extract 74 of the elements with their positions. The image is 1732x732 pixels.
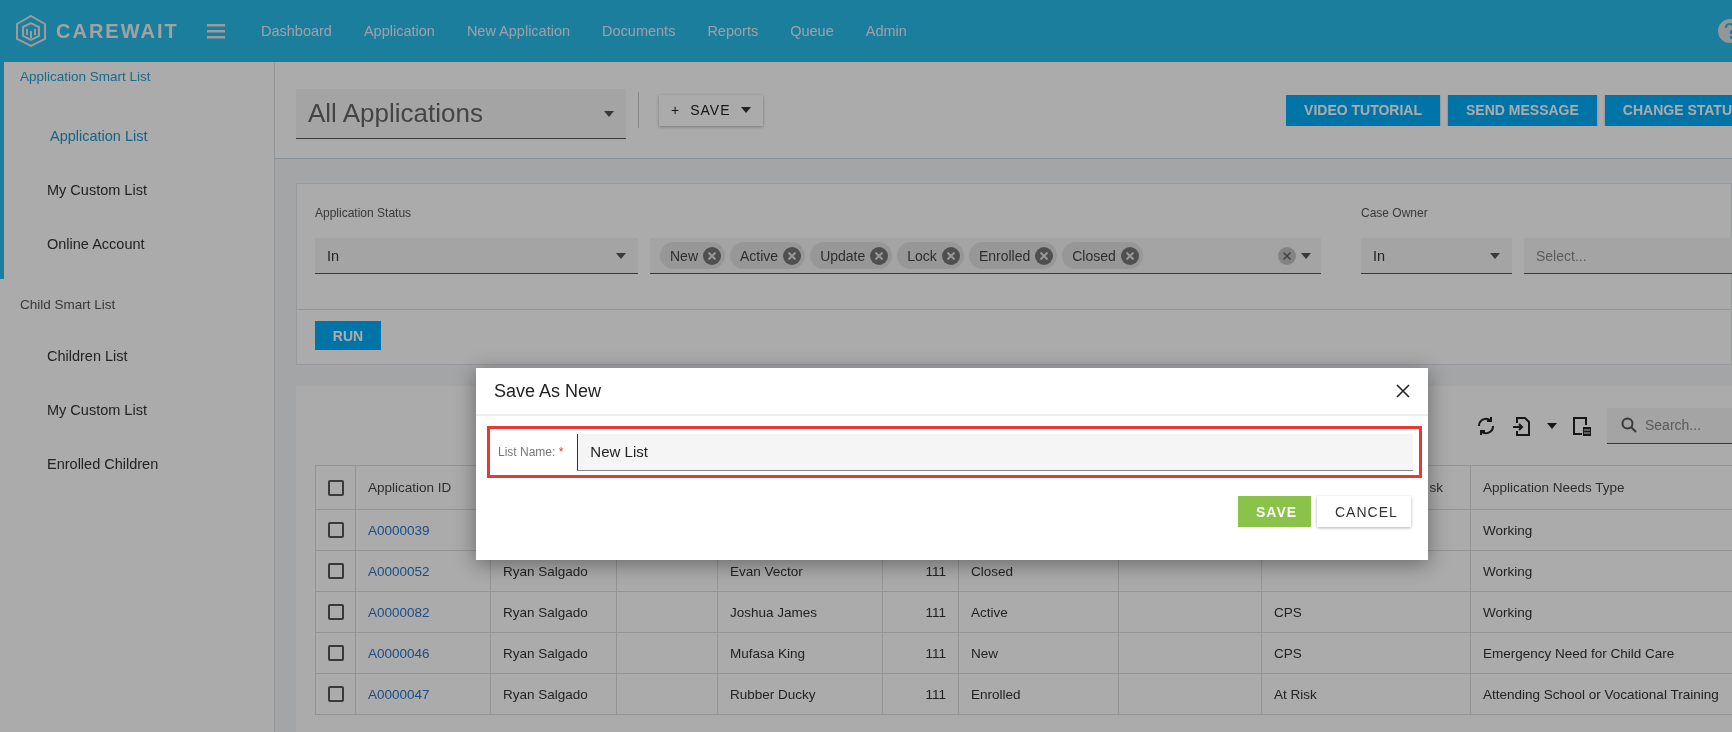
table-cell: New [958,632,1119,674]
search-field[interactable]: Search... [1607,407,1732,444]
action-button[interactable]: SEND MESSAGE [1448,94,1597,126]
cube-logo-icon [14,14,48,48]
action-button[interactable]: VIDEO TUTORIAL [1286,94,1441,126]
section-title: Application Smart List [19,68,152,86]
table-cell: Joshua James [717,591,883,633]
close-icon[interactable] [1396,384,1410,398]
caret-icon[interactable] [1547,422,1557,429]
search-icon [1621,417,1637,433]
remove-icon[interactable] [870,246,889,265]
columns-icon[interactable] [1571,414,1593,437]
multi-select-field[interactable]: New Active Update Lock Enrolled Closed [650,238,1321,274]
action-button[interactable]: CHANGE STATU [1604,94,1732,126]
brand-name: CAREWAIT [56,19,179,43]
remove-icon[interactable] [783,246,802,265]
caret-icon [1490,252,1500,259]
section-title: Child Smart List [19,296,117,314]
export-icon[interactable] [1511,414,1533,437]
remove-icon[interactable] [1035,246,1054,265]
remove-icon[interactable] [941,246,960,265]
field-label: List Name: * [498,444,564,460]
caret-icon [1301,252,1311,259]
save-button[interactable]: + SAVE [659,94,763,126]
row-checkbox[interactable] [328,522,344,538]
table-cell: Mufasa King [717,632,883,674]
status-chip[interactable]: Enrolled [968,242,1058,269]
table-cell: 111 [882,632,959,674]
table-cell: Ryan Salgado [490,673,617,715]
sidebar-item[interactable]: Online Account [4,217,274,271]
clear-icon[interactable] [1278,246,1296,265]
row-checkbox[interactable] [328,563,344,579]
row-checkbox[interactable] [328,604,344,620]
run-button[interactable]: RUN [315,321,381,350]
column-header[interactable]: Application Needs Type [1470,465,1732,510]
refresh-icon[interactable] [1475,414,1497,437]
sidebar-item[interactable]: My Custom List [4,163,274,217]
caret-icon [604,110,614,117]
status-chip[interactable]: Lock [897,242,964,269]
dialog-title: Save As New [494,380,602,402]
list-name-input[interactable]: New List [577,433,1413,471]
list-dropdown[interactable]: All Applications [296,89,626,139]
table-cell: CPS [1261,632,1471,674]
application-id-link[interactable]: A0000082 [355,591,491,633]
table-cell: Rubber Ducky [717,673,883,715]
table-cell: Enrolled [958,673,1119,715]
row-checkbox[interactable] [328,645,344,661]
operator-select[interactable]: In [315,238,638,274]
cancel-button[interactable]: CANCEL [1317,496,1411,527]
operator-select[interactable]: In [1361,238,1512,274]
table-cell: 111 [882,673,959,715]
status-chip[interactable]: New [660,242,725,269]
application-id-link[interactable]: A0000047 [355,673,491,715]
select-all-checkbox[interactable] [328,479,344,496]
status-chip[interactable]: Update [810,242,893,269]
select-field[interactable]: Select... [1524,238,1732,274]
application-id-link[interactable]: A0000046 [355,632,491,674]
status-chip[interactable]: Closed [1062,242,1143,269]
status-chip[interactable]: Active [730,242,806,269]
filter-label: Application Status [315,205,413,222]
table-cell: Ryan Salgado [490,591,617,633]
remove-icon[interactable] [1120,246,1139,265]
table-cell: At Risk [1261,673,1471,715]
caret-icon [616,252,626,259]
caret-icon [740,107,751,113]
save-button[interactable]: SAVE [1238,496,1311,527]
table-cell: CPS [1261,591,1471,633]
table-cell: Ryan Salgado [490,632,617,674]
table-cell: Active [958,591,1119,633]
filter-label: Case Owner [1361,205,1429,222]
sidebar-item[interactable]: Application List [4,109,274,163]
remove-icon[interactable] [703,246,721,265]
table-cell: 111 [882,591,959,633]
row-checkbox[interactable] [328,686,344,702]
